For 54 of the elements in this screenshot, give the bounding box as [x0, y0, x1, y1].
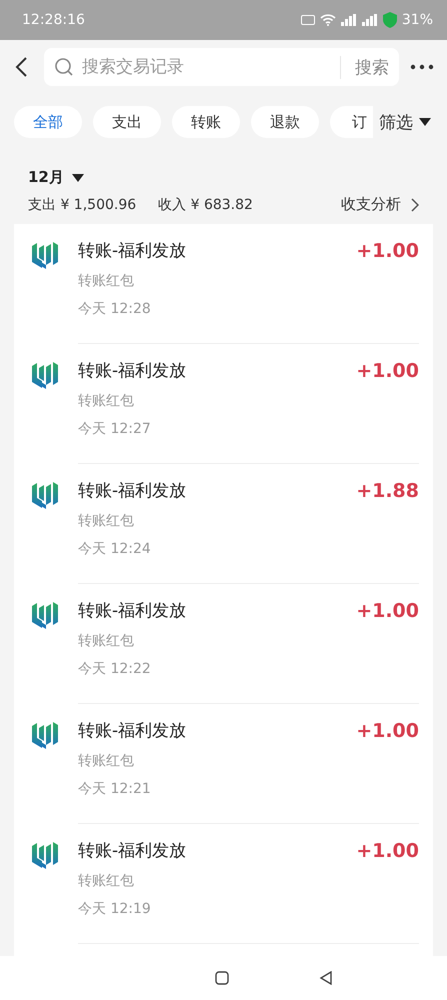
home-icon[interactable]: [214, 971, 228, 985]
chevron-icon: [411, 198, 419, 212]
filter-chip[interactable]: 全部: [14, 106, 82, 138]
transaction-row[interactable]: 转账-福利发放 转账红包 今天 12:28 +1.00: [14, 224, 433, 344]
transaction-amount: +1.88: [356, 479, 419, 504]
search-icon: [54, 57, 74, 77]
filter-chip[interactable]: 支出: [93, 106, 161, 138]
filter-chip[interactable]: 转账: [172, 106, 240, 138]
transaction-time: 今天 12:24: [78, 540, 152, 558]
transaction-title: 转账-福利发放: [78, 480, 188, 503]
filter-chip[interactable]: 退款: [251, 106, 319, 138]
transaction-type: 转账红包: [78, 512, 135, 530]
transaction-row[interactable]: 转账-福利发放 转账红包 今天 12:24 +1.88: [14, 464, 433, 584]
transaction-amount: +1.00: [356, 599, 419, 624]
transaction-amount: +1.00: [356, 239, 419, 264]
month-selector[interactable]: 12月: [28, 168, 84, 187]
clock: 12:28:16: [22, 12, 86, 28]
signal-icon: [362, 14, 378, 26]
wifi-icon: [320, 14, 336, 26]
transaction-time: 今天 12:22: [78, 660, 152, 678]
transaction-title: 转账-福利发放: [78, 240, 188, 263]
transaction-time: 今天 12:21: [78, 780, 152, 798]
transaction-time: 今天 12:27: [78, 420, 152, 438]
transaction-type: 转账红包: [78, 392, 135, 410]
transaction-title: 转账-福利发放: [78, 720, 188, 743]
transaction-time: 今天 12:28: [78, 300, 152, 318]
caret-icon: [72, 174, 84, 182]
hd-icon: [300, 15, 315, 25]
transaction-row[interactable]: 转账-福利发放 转账红包 今天 12:22 +1.00: [14, 584, 433, 704]
expense-total: 支出 ¥ 1,500.96: [28, 196, 136, 214]
transaction-amount: +1.00: [356, 839, 419, 864]
transaction-type: 转账红包: [78, 272, 135, 290]
transaction-type: 转账红包: [78, 632, 135, 650]
signal-icon: [340, 14, 357, 26]
caret-icon: [419, 118, 431, 126]
transaction-type: 转账红包: [78, 872, 135, 890]
transaction-row[interactable]: 转账-福利发放 转账红包 今天 12:27 +1.00: [14, 344, 433, 464]
shield-icon: [382, 12, 397, 28]
income-total: 收入 ¥ 683.82: [158, 196, 254, 214]
back-icon[interactable]: [318, 971, 332, 985]
analysis-link[interactable]: 收支分析: [341, 195, 419, 214]
transaction-amount: +1.00: [356, 719, 419, 744]
transaction-title: 转账-福利发放: [78, 360, 188, 383]
transaction-row[interactable]: 转账-福利发放 转账红包 今天 12:19 +1.00: [14, 824, 433, 944]
transaction-amount: +1.00: [356, 359, 419, 384]
search-field[interactable]: 搜索交易记录 搜索: [44, 48, 399, 86]
transaction-type: 转账红包: [78, 752, 135, 770]
transaction-time: 今天 12:19: [78, 900, 152, 918]
battery-level: 31%: [402, 12, 433, 28]
transaction-row[interactable]: 转账-福利发放 转账红包 今天 12:21 +1.00: [14, 704, 433, 824]
filter-chip[interactable]: 订: [330, 106, 373, 138]
transaction-title: 转账-福利发放: [78, 840, 188, 863]
transaction-title: 转账-福利发放: [78, 600, 188, 623]
search-button[interactable]: 搜索: [340, 56, 389, 78]
